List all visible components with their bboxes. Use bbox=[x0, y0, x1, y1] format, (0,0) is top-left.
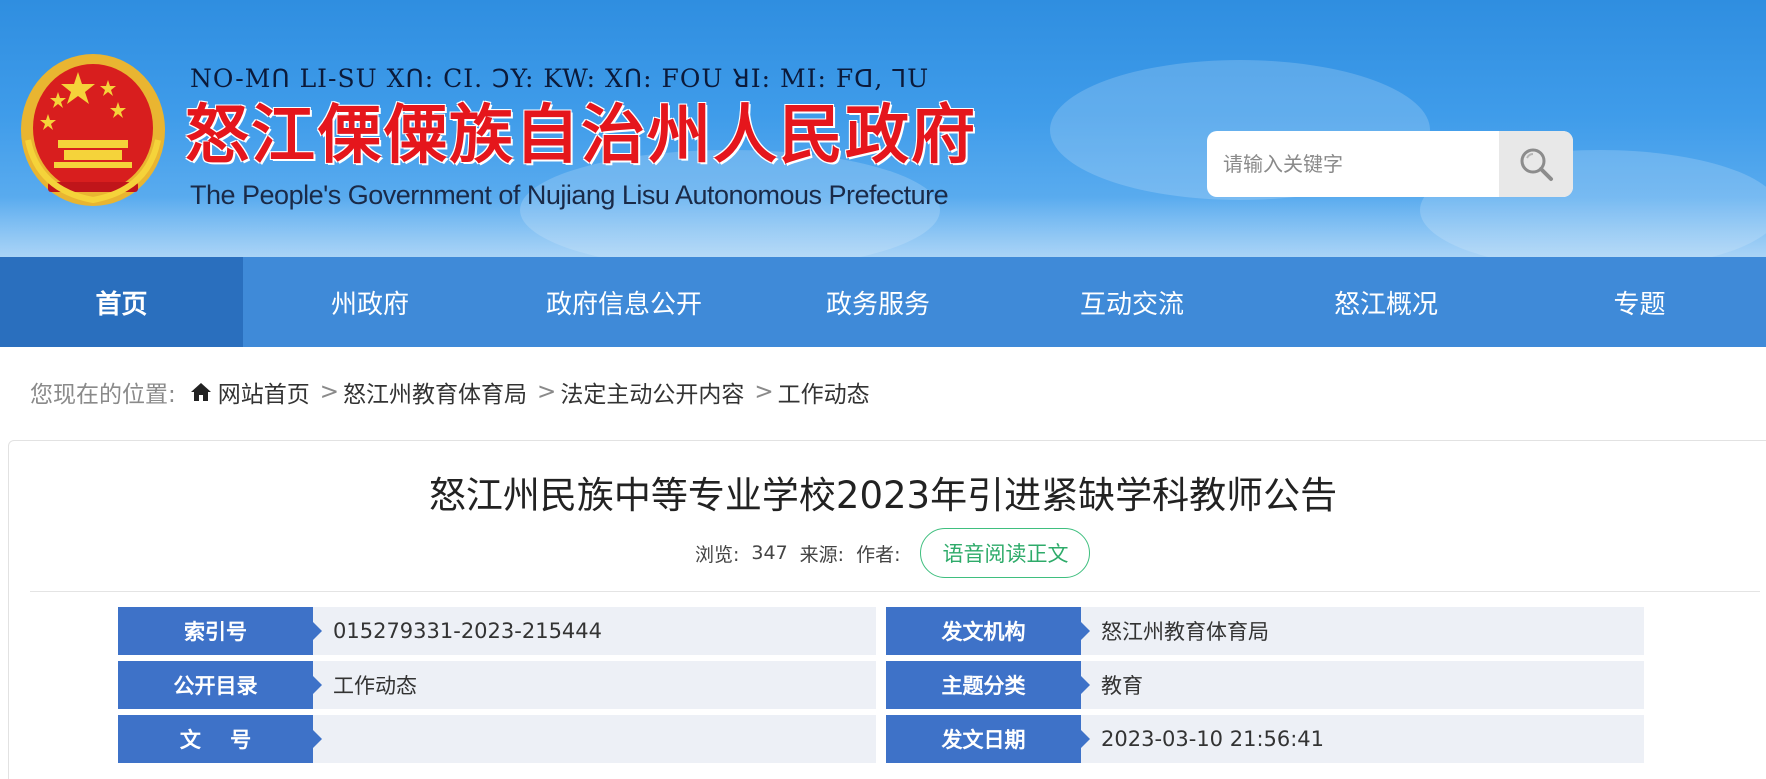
voice-read-button[interactable]: 语音阅读正文 bbox=[920, 528, 1091, 578]
site-title: 怒江傈僳族自治州人民政府 bbox=[185, 99, 977, 173]
public-catalog-value: 工作动态 bbox=[313, 661, 876, 709]
views-count: 347 bbox=[751, 542, 788, 564]
national-emblem-icon[interactable] bbox=[18, 50, 168, 210]
nav-item-gov-services[interactable]: 政务服务 bbox=[751, 257, 1005, 347]
nav-item-home[interactable]: 首页 bbox=[0, 257, 243, 347]
info-cell: 主题分类 教育 bbox=[886, 661, 1644, 709]
source-label: 来源: bbox=[799, 543, 845, 566]
public-catalog-label: 公开目录 bbox=[118, 661, 322, 709]
search-box bbox=[1207, 131, 1573, 197]
index-number-label: 索引号 bbox=[118, 607, 322, 655]
info-row: 公开目录 工作动态 主题分类 教育 bbox=[118, 661, 1644, 709]
info-cell: 索引号 015279331-2023-215444 bbox=[118, 607, 876, 655]
breadcrumb: 您现在的位置: 网站首页 > 怒江州教育体育局 > 法定主动公开内容 > 工作动… bbox=[30, 372, 870, 412]
issuing-agency-value: 怒江州教育体育局 bbox=[1081, 607, 1644, 655]
topic-category-value: 教育 bbox=[1081, 661, 1644, 709]
nav-item-interaction[interactable]: 互动交流 bbox=[1005, 257, 1259, 347]
info-cell: 发文日期 2023-03-10 21:56:41 bbox=[886, 715, 1644, 763]
search-button[interactable] bbox=[1499, 131, 1573, 197]
breadcrumb-education-bureau[interactable]: 怒江州教育体育局 bbox=[343, 375, 527, 409]
info-cell: 发文机构 怒江州教育体育局 bbox=[886, 607, 1644, 655]
info-row: 文 号 发文日期 2023-03-10 21:56:41 bbox=[118, 715, 1644, 763]
divider bbox=[30, 591, 1760, 592]
document-number-label: 文 号 bbox=[118, 715, 322, 763]
article-meta: 浏览: 347 来源: 作者: 语音阅读正文 bbox=[695, 528, 1091, 578]
home-icon bbox=[190, 383, 211, 401]
site-title-english: The People's Government of Nujiang Lisu … bbox=[190, 180, 949, 210]
info-row: 索引号 015279331-2023-215444 发文机构 怒江州教育体育局 bbox=[118, 607, 1644, 655]
breadcrumb-separator: > bbox=[537, 379, 557, 405]
breadcrumb-disclosure-content[interactable]: 法定主动公开内容 bbox=[560, 375, 744, 409]
info-cell: 文 号 bbox=[118, 715, 876, 763]
main-nav: 首页 州政府 政府信息公开 政务服务 互动交流 怒江概况 专题 bbox=[0, 257, 1766, 347]
breadcrumb-home[interactable]: 网站首页 bbox=[218, 375, 310, 409]
author-label: 作者: bbox=[856, 543, 901, 566]
issue-date-value: 2023-03-10 21:56:41 bbox=[1081, 715, 1644, 763]
document-number-value bbox=[313, 715, 876, 763]
issuing-agency-label: 发文机构 bbox=[886, 607, 1090, 655]
site-header: NO-Mꓵ LI-SU Xꓵ: CI. ꓛY: KW: Xꓵ: FOU ꓤI: … bbox=[0, 0, 1766, 257]
views-label: 浏览: bbox=[695, 543, 740, 566]
search-icon bbox=[1520, 148, 1553, 181]
nav-item-prefecture-government[interactable]: 州政府 bbox=[243, 257, 497, 347]
nav-item-special-topics[interactable]: 专题 bbox=[1513, 257, 1766, 347]
nav-item-gov-info-disclosure[interactable]: 政府信息公开 bbox=[497, 257, 751, 347]
site-title-lisu: NO-Mꓵ LI-SU Xꓵ: CI. ꓛY: KW: Xꓵ: FOU ꓤI: … bbox=[190, 64, 930, 93]
breadcrumb-separator: > bbox=[319, 379, 340, 405]
breadcrumb-separator: > bbox=[754, 379, 774, 405]
breadcrumb-work-updates[interactable]: 工作动态 bbox=[778, 375, 870, 409]
search-input[interactable] bbox=[1207, 131, 1499, 197]
issue-date-label: 发文日期 bbox=[886, 715, 1090, 763]
topic-category-label: 主题分类 bbox=[886, 661, 1090, 709]
nav-item-nujiang-overview[interactable]: 怒江概况 bbox=[1259, 257, 1513, 347]
info-cell: 公开目录 工作动态 bbox=[118, 661, 876, 709]
breadcrumb-prefix: 您现在的位置: bbox=[30, 382, 176, 408]
document-info-table: 索引号 015279331-2023-215444 发文机构 怒江州教育体育局 … bbox=[118, 607, 1644, 769]
index-number-value: 015279331-2023-215444 bbox=[313, 607, 876, 655]
article-title: 怒江州民族中等专业学校2023年引进紧缺学科教师公告 bbox=[428, 474, 1338, 517]
